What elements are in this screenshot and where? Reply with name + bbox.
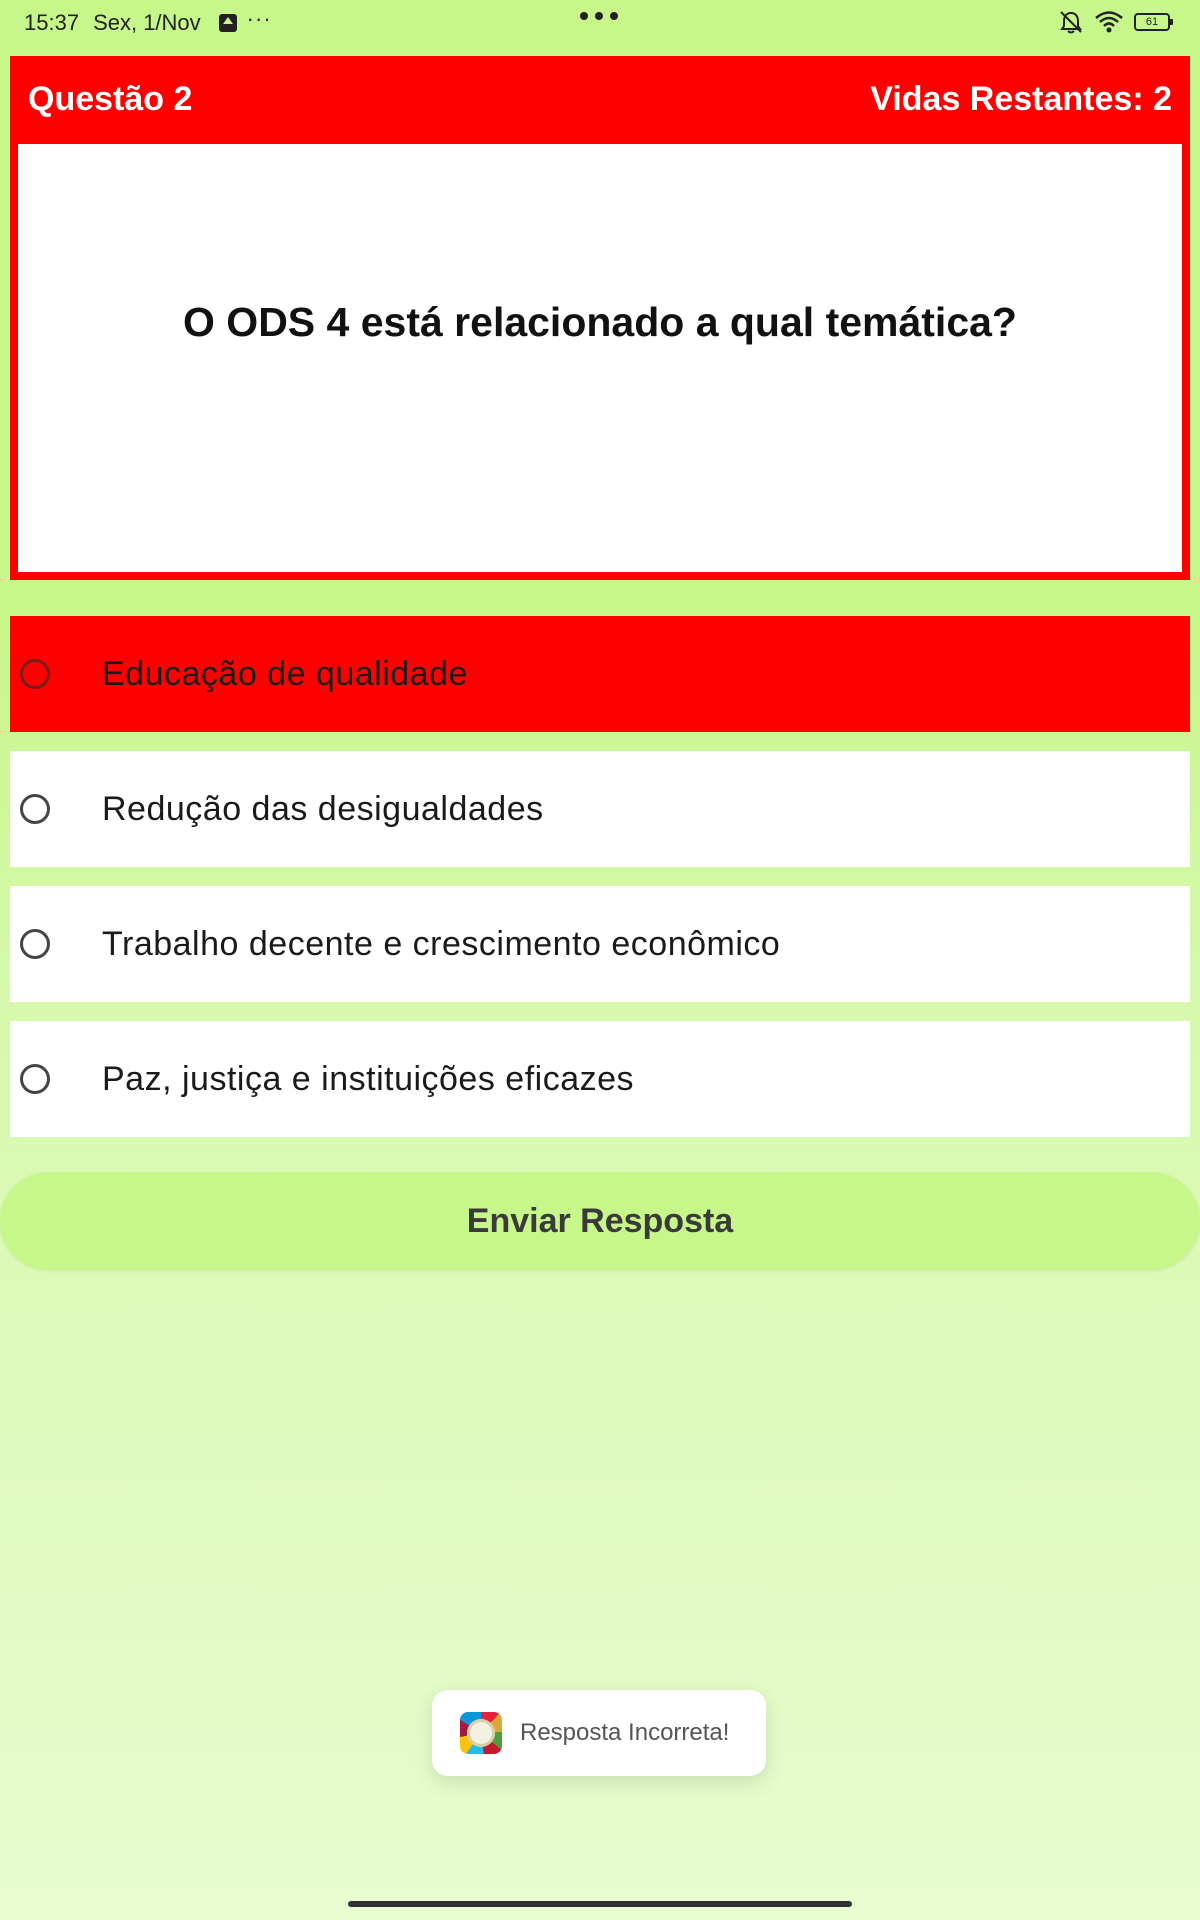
toast-message: Resposta Incorreta! (432, 1690, 766, 1776)
status-time: 15:37 (24, 10, 80, 35)
question-card: O ODS 4 está relacionado a qual temática… (10, 144, 1190, 580)
radio-button[interactable] (20, 1064, 50, 1094)
bell-muted-icon (1060, 11, 1082, 34)
option-2[interactable]: Redução das desigualdades (10, 751, 1190, 867)
status-bar: 15:37 Sex, 1/Nov ··· 61 (0, 0, 1200, 46)
battery-icon: 61 (1134, 13, 1173, 31)
option-3[interactable]: Trabalho decente e crescimento econômico (10, 886, 1190, 1002)
toast-text: Resposta Incorreta! (520, 1719, 730, 1746)
wifi-icon (1095, 11, 1123, 33)
option-label: Paz, justiça e instituições eficazes (102, 1059, 635, 1098)
status-right: 61 (1058, 10, 1173, 34)
app-logo-icon (460, 1712, 502, 1754)
upload-icon (218, 14, 237, 32)
submit-answer-button[interactable]: Enviar Resposta (0, 1172, 1200, 1270)
status-date: Sex, 1/Nov (93, 10, 201, 35)
option-label: Educação de qualidade (102, 654, 468, 693)
option-1[interactable]: Educação de qualidade (10, 616, 1190, 732)
option-4[interactable]: Paz, justiça e instituições eficazes (10, 1021, 1190, 1137)
radio-button[interactable] (20, 929, 50, 959)
quiz-header: Questão 2 Vidas Restantes: 2 (10, 56, 1190, 144)
more-dots-icon[interactable] (580, 12, 618, 20)
option-label: Redução das desigualdades (102, 789, 544, 828)
option-label: Trabalho decente e crescimento econômico (102, 924, 781, 963)
lives-remaining: Vidas Restantes: 2 (870, 80, 1172, 118)
question-text: O ODS 4 está relacionado a qual temática… (183, 298, 1017, 345)
overflow-dots-icon: ··· (246, 6, 272, 31)
status-left: 15:37 Sex, 1/Nov ··· (24, 6, 272, 36)
navigation-handle[interactable] (348, 1901, 852, 1907)
battery-level: 61 (1145, 16, 1159, 28)
question-number: Questão 2 (28, 80, 193, 118)
radio-button[interactable] (20, 794, 50, 824)
radio-button[interactable] (20, 659, 50, 689)
